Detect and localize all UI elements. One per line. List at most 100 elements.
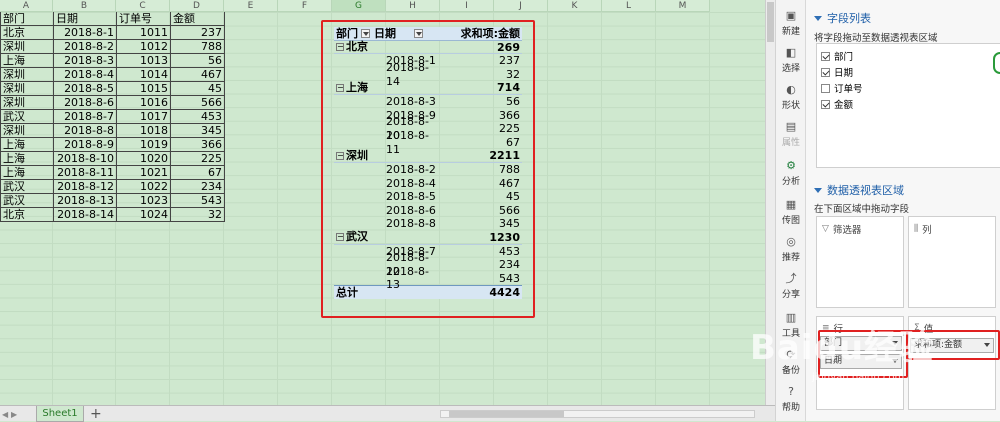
tab-nav-right-icon[interactable]: ▶ bbox=[11, 410, 18, 419]
table-row[interactable]: 深圳 2018-8-6 1016 566 bbox=[0, 95, 225, 111]
table-cell[interactable]: 1020 bbox=[116, 151, 171, 167]
field-item[interactable]: 日期 bbox=[821, 64, 1000, 80]
table-cell[interactable]: 北京 bbox=[0, 25, 54, 41]
column-header-i[interactable]: I bbox=[440, 0, 494, 12]
table-row[interactable]: 深圳 2018-8-4 1014 467 bbox=[0, 67, 225, 83]
table-cell[interactable]: 1011 bbox=[116, 25, 171, 41]
tool-select[interactable]: ◧ 选择 bbox=[776, 47, 806, 75]
table-cell[interactable]: 1017 bbox=[116, 109, 171, 125]
table-cell[interactable]: 2018-8-13 bbox=[53, 193, 117, 209]
add-sheet-button[interactable]: + bbox=[90, 407, 102, 421]
horizontal-scroll-thumb[interactable] bbox=[449, 411, 564, 417]
table-cell[interactable]: 2018-8-5 bbox=[53, 81, 117, 97]
spreadsheet-area[interactable]: ABCDEFGHIJKLM 部门 日期 订单号 金额 北京 2018-8-1 1011 237… bbox=[0, 0, 775, 405]
table-cell[interactable]: 武汉 bbox=[0, 109, 54, 125]
table-cell[interactable]: 2018-8-2 bbox=[53, 39, 117, 55]
column-header-h[interactable]: H bbox=[386, 0, 440, 12]
horizontal-scrollbar[interactable] bbox=[440, 410, 755, 418]
column-header-f[interactable]: F bbox=[278, 0, 332, 12]
column-header-m[interactable]: M bbox=[656, 0, 710, 12]
table-cell[interactable]: 543 bbox=[170, 193, 225, 209]
table-cell[interactable]: 2018-8-3 bbox=[53, 53, 117, 69]
column-header-l[interactable]: L bbox=[602, 0, 656, 12]
table-row[interactable]: 武汉 2018-8-7 1017 453 bbox=[0, 109, 225, 125]
table-row[interactable]: 深圳 2018-8-5 1015 45 bbox=[0, 81, 225, 97]
tool-backup[interactable]: ⟳ 备份 bbox=[776, 349, 806, 377]
table-row[interactable]: 深圳 2018-8-2 1012 788 bbox=[0, 39, 225, 55]
table-cell[interactable]: 234 bbox=[170, 179, 225, 195]
column-header-k[interactable]: K bbox=[548, 0, 602, 12]
table-cell[interactable]: 225 bbox=[170, 151, 225, 167]
tool-new[interactable]: ▣ 新建 bbox=[776, 10, 806, 38]
table-cell[interactable]: 2018-8-9 bbox=[53, 137, 117, 153]
column-header-a[interactable]: A bbox=[0, 0, 53, 12]
table-cell[interactable]: 453 bbox=[170, 109, 225, 125]
table-row[interactable]: 上海 2018-8-11 1021 67 bbox=[0, 165, 225, 181]
field-item[interactable]: 部门 bbox=[821, 48, 1000, 64]
field-checkbox[interactable] bbox=[821, 83, 830, 93]
table-cell[interactable]: 345 bbox=[170, 123, 225, 139]
table-cell[interactable]: 56 bbox=[170, 53, 225, 69]
tool-analyze[interactable]: ⚙ 分析 bbox=[776, 160, 806, 188]
table-row[interactable]: 北京 2018-8-1 1011 237 bbox=[0, 25, 225, 41]
vertical-scroll-thumb[interactable] bbox=[767, 2, 774, 42]
column-header-row[interactable]: ABCDEFGHIJKLM bbox=[0, 0, 710, 12]
column-header-j[interactable]: J bbox=[494, 0, 548, 12]
table-cell[interactable]: 武汉 bbox=[0, 179, 54, 195]
table-cell[interactable]: 1024 bbox=[116, 207, 171, 223]
field-list-title[interactable]: 字段列表 bbox=[814, 10, 871, 26]
table-cell[interactable]: 部门 bbox=[0, 12, 54, 27]
sheet-tab[interactable]: Sheet1 bbox=[36, 405, 84, 422]
pivot-area-title[interactable]: 数据透视表区域 bbox=[814, 182, 904, 198]
table-cell[interactable]: 上海 bbox=[0, 165, 54, 181]
table-cell[interactable]: 武汉 bbox=[0, 193, 54, 209]
tool-shape[interactable]: ◐ 形状 bbox=[776, 84, 806, 112]
table-cell[interactable]: 日期 bbox=[53, 12, 117, 27]
table-cell[interactable]: 1023 bbox=[116, 193, 171, 209]
table-row[interactable]: 上海 2018-8-3 1013 56 bbox=[0, 53, 225, 69]
table-cell[interactable]: 566 bbox=[170, 95, 225, 111]
table-cell[interactable]: 2018-8-14 bbox=[53, 207, 117, 223]
column-header-g[interactable]: G bbox=[332, 0, 386, 12]
table-cell[interactable]: 北京 bbox=[0, 207, 54, 223]
column-header-d[interactable]: D bbox=[170, 0, 224, 12]
table-row[interactable]: 上海 2018-8-9 1019 366 bbox=[0, 137, 225, 153]
tool-tool[interactable]: ▥ 工具 bbox=[776, 312, 806, 340]
tool-share[interactable]: ⤴ 分享 bbox=[776, 273, 806, 301]
table-row[interactable]: 武汉 2018-8-13 1023 543 bbox=[0, 193, 225, 209]
table-cell[interactable]: 32 bbox=[170, 207, 225, 223]
table-cell[interactable]: 深圳 bbox=[0, 123, 54, 139]
field-checkbox[interactable] bbox=[821, 99, 830, 109]
table-cell[interactable]: 深圳 bbox=[0, 95, 54, 111]
table-cell[interactable]: 1019 bbox=[116, 137, 171, 153]
table-cell[interactable]: 深圳 bbox=[0, 39, 54, 55]
field-item[interactable]: 金额 bbox=[821, 96, 1000, 112]
vertical-scrollbar[interactable] bbox=[765, 0, 775, 405]
table-cell[interactable]: 2018-8-11 bbox=[53, 165, 117, 181]
tool-image[interactable]: ▦ 传图 bbox=[776, 199, 806, 227]
table-cell[interactable]: 2018-8-6 bbox=[53, 95, 117, 111]
tool-help[interactable]: ? 帮助 bbox=[776, 386, 806, 414]
column-header-b[interactable]: B bbox=[53, 0, 116, 12]
field-checkbox[interactable] bbox=[821, 67, 830, 77]
field-item[interactable]: 订单号 bbox=[821, 80, 1000, 96]
table-cell[interactable]: 67 bbox=[170, 165, 225, 181]
table-cell[interactable]: 2018-8-10 bbox=[53, 151, 117, 167]
table-cell[interactable]: 金额 bbox=[170, 12, 225, 27]
table-cell[interactable]: 订单号 bbox=[116, 12, 171, 27]
tab-nav-left-icon[interactable]: ◀ bbox=[2, 410, 9, 419]
table-cell[interactable]: 45 bbox=[170, 81, 225, 97]
table-cell[interactable]: 2018-8-1 bbox=[53, 25, 117, 41]
table-cell[interactable]: 2018-8-4 bbox=[53, 67, 117, 83]
table-cell[interactable]: 1018 bbox=[116, 123, 171, 139]
table-cell[interactable]: 1015 bbox=[116, 81, 171, 97]
table-row[interactable]: 武汉 2018-8-12 1022 234 bbox=[0, 179, 225, 195]
table-cell[interactable]: 1016 bbox=[116, 95, 171, 111]
table-cell[interactable]: 1012 bbox=[116, 39, 171, 55]
table-cell[interactable]: 1021 bbox=[116, 165, 171, 181]
table-cell[interactable]: 1014 bbox=[116, 67, 171, 83]
table-cell[interactable]: 2018-8-12 bbox=[53, 179, 117, 195]
table-cell[interactable]: 366 bbox=[170, 137, 225, 153]
table-cell[interactable]: 2018-8-8 bbox=[53, 123, 117, 139]
field-checkbox[interactable] bbox=[821, 51, 830, 61]
